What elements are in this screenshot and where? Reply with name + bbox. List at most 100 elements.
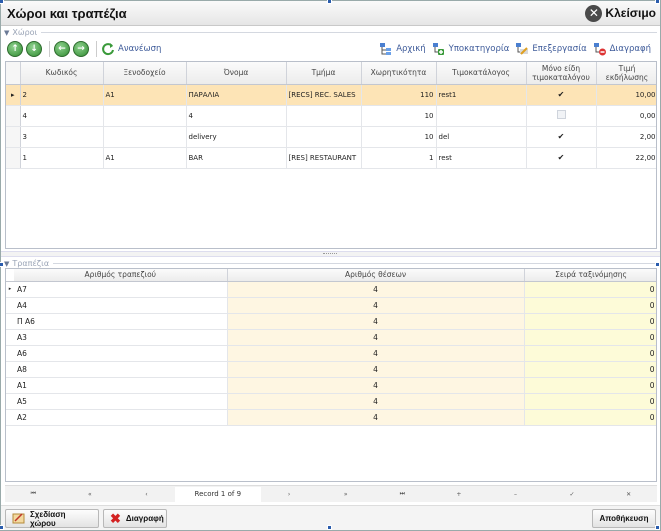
cell-sort-order[interactable]: 0 bbox=[524, 297, 656, 314]
spaces-group-header[interactable]: ▼ Χώροι bbox=[4, 27, 657, 38]
column-header-name[interactable]: Όνομα bbox=[186, 62, 287, 85]
design-space-button[interactable]: Σχεδίαση χώρου bbox=[5, 509, 99, 528]
nav-end-edit-button[interactable]: ✓ bbox=[544, 491, 601, 498]
table-row[interactable]: A1 4 0 bbox=[6, 377, 656, 394]
nav-next-page-button[interactable]: » bbox=[317, 491, 374, 498]
cell-code[interactable]: 2 bbox=[20, 84, 104, 106]
home-button[interactable]: Αρχική bbox=[379, 42, 426, 56]
refresh-button[interactable]: Ανανέωση bbox=[101, 42, 161, 56]
resize-handle-right[interactable] bbox=[655, 262, 660, 267]
cell-table-number[interactable]: A1 bbox=[14, 377, 228, 394]
cell-sort-order[interactable]: 0 bbox=[524, 313, 656, 330]
cell-table-number[interactable]: A2 bbox=[14, 409, 228, 426]
cell-name[interactable]: delivery bbox=[186, 126, 287, 148]
cell-seats[interactable]: 4 bbox=[227, 281, 525, 298]
forward-button[interactable]: → bbox=[73, 41, 89, 57]
cell-seats[interactable]: 4 bbox=[227, 297, 525, 314]
cell-seats[interactable]: 4 bbox=[227, 409, 525, 426]
cell-only-items[interactable]: ✔ bbox=[526, 126, 597, 148]
cell-capacity[interactable]: 1 bbox=[361, 147, 437, 169]
cell-hotel[interactable]: A1 bbox=[103, 84, 187, 106]
cell-department[interactable]: [RES] RESTAURANT bbox=[286, 147, 362, 169]
cell-table-number[interactable]: A3 bbox=[14, 329, 228, 346]
cell-code[interactable]: 4 bbox=[20, 105, 104, 127]
cell-code[interactable]: 1 bbox=[20, 147, 104, 169]
cell-table-number[interactable]: A6 bbox=[14, 345, 228, 362]
table-row[interactable]: A4 4 0 bbox=[6, 297, 656, 314]
back-button[interactable]: ← bbox=[54, 41, 70, 57]
cell-capacity[interactable]: 110 bbox=[361, 84, 437, 106]
resize-handle-top-right[interactable] bbox=[655, 0, 660, 4]
cell-seats[interactable]: 4 bbox=[227, 345, 525, 362]
table-row[interactable]: A3 4 0 bbox=[6, 329, 656, 346]
cell-seats[interactable]: 4 bbox=[227, 377, 525, 394]
cell-capacity[interactable]: 10 bbox=[361, 126, 437, 148]
table-row[interactable]: 4 4 10 0,00 bbox=[6, 105, 656, 127]
table-row[interactable]: A5 4 0 bbox=[6, 393, 656, 410]
column-header-table-number[interactable]: Αριθμός τραπεζιού bbox=[14, 269, 228, 282]
cell-pricelist[interactable]: rest1 bbox=[436, 84, 527, 106]
subcategory-button[interactable]: Υποκατηγορία bbox=[432, 42, 509, 56]
move-up-button[interactable]: ↑ bbox=[7, 41, 23, 57]
cell-sort-order[interactable]: 0 bbox=[524, 361, 656, 378]
nav-last-button[interactable]: ⏭ bbox=[374, 490, 431, 498]
column-header-code[interactable]: Κωδικός bbox=[20, 62, 104, 85]
cell-table-number[interactable]: Π A6 bbox=[14, 313, 228, 330]
column-header-sort-order[interactable]: Σειρά ταξινόμησης bbox=[524, 269, 656, 282]
resize-handle-bottom-right[interactable] bbox=[655, 525, 660, 530]
cell-seats[interactable]: 4 bbox=[227, 329, 525, 346]
table-row[interactable]: A6 4 0 bbox=[6, 345, 656, 362]
table-row[interactable]: 3 delivery 10 del ✔ 2,00 bbox=[6, 126, 656, 148]
cell-sort-order[interactable]: 0 bbox=[524, 329, 656, 346]
cell-table-number[interactable]: A5 bbox=[14, 393, 228, 410]
delete-button[interactable]: Διαγραφή bbox=[593, 42, 651, 56]
cell-sort-order[interactable]: 0 bbox=[524, 281, 656, 298]
cell-name[interactable]: BAR bbox=[186, 147, 287, 169]
cell-department[interactable] bbox=[286, 126, 362, 148]
cell-name[interactable]: ΠΑΡΑΛΙΑ bbox=[186, 84, 287, 106]
column-header-only-pricelist-items[interactable]: Μόνο είδη τιμοκαταλόγου bbox=[526, 62, 597, 85]
cell-pricelist[interactable]: del bbox=[436, 126, 527, 148]
nav-cancel-edit-button[interactable]: ✕ bbox=[600, 491, 657, 498]
table-row[interactable]: ▸ 2 A1 ΠΑΡΑΛΙΑ [RECS] REC. SALES 110 res… bbox=[6, 84, 656, 106]
cell-sort-order[interactable]: 0 bbox=[524, 345, 656, 362]
nav-remove-button[interactable]: – bbox=[487, 491, 544, 498]
cell-table-number[interactable]: A8 bbox=[14, 361, 228, 378]
cell-event-price[interactable]: 2,00 bbox=[596, 126, 656, 148]
nav-next-button[interactable]: › bbox=[261, 491, 318, 498]
nav-append-button[interactable]: + bbox=[431, 491, 488, 498]
save-button[interactable]: Αποθήκευση bbox=[592, 509, 656, 528]
resize-handle-left[interactable] bbox=[0, 262, 4, 267]
checkbox-unchecked-icon[interactable] bbox=[556, 110, 566, 119]
cell-seats[interactable]: 4 bbox=[227, 361, 525, 378]
checkbox-checked-icon[interactable]: ✔ bbox=[557, 90, 566, 99]
nav-prev-page-button[interactable]: « bbox=[62, 491, 119, 498]
cell-seats[interactable]: 4 bbox=[227, 393, 525, 410]
table-row[interactable]: Π A6 4 0 bbox=[6, 313, 656, 330]
nav-prev-button[interactable]: ‹ bbox=[118, 491, 175, 498]
column-header-department[interactable]: Τμήμα bbox=[286, 62, 362, 85]
cell-hotel[interactable] bbox=[103, 126, 187, 148]
cell-only-items[interactable]: ✔ bbox=[526, 147, 597, 169]
cell-code[interactable]: 3 bbox=[20, 126, 104, 148]
cell-event-price[interactable]: 10,00 bbox=[596, 84, 656, 106]
column-header-capacity[interactable]: Χωρητικότητα bbox=[361, 62, 437, 85]
column-header-event-price[interactable]: Τιμή εκδήλωσης bbox=[596, 62, 656, 85]
nav-first-button[interactable]: ⏮ bbox=[5, 490, 62, 498]
column-header-seats[interactable]: Αριθμός θέσεων bbox=[227, 269, 525, 282]
table-row[interactable]: A2 4 0 bbox=[6, 409, 656, 426]
cell-sort-order[interactable]: 0 bbox=[524, 377, 656, 394]
cell-table-number[interactable]: A4 bbox=[14, 297, 228, 314]
table-row[interactable]: 1 A1 BAR [RES] RESTAURANT 1 rest ✔ 22,00 bbox=[6, 147, 656, 169]
resize-handle-bottom-left[interactable] bbox=[0, 525, 4, 530]
cell-capacity[interactable]: 10 bbox=[361, 105, 437, 127]
checkbox-checked-icon[interactable]: ✔ bbox=[557, 132, 566, 141]
column-header-hotel[interactable]: Ξενοδοχείο bbox=[103, 62, 187, 85]
cell-event-price[interactable]: 0,00 bbox=[596, 105, 656, 127]
cell-only-items[interactable]: ✔ bbox=[526, 84, 597, 106]
cell-table-number[interactable]: A7 bbox=[14, 281, 228, 298]
delete-table-button[interactable]: ✖ Διαγραφή bbox=[103, 509, 167, 528]
cell-department[interactable] bbox=[286, 105, 362, 127]
table-row[interactable]: A8 4 0 bbox=[6, 361, 656, 378]
checkbox-checked-icon[interactable]: ✔ bbox=[557, 153, 566, 162]
